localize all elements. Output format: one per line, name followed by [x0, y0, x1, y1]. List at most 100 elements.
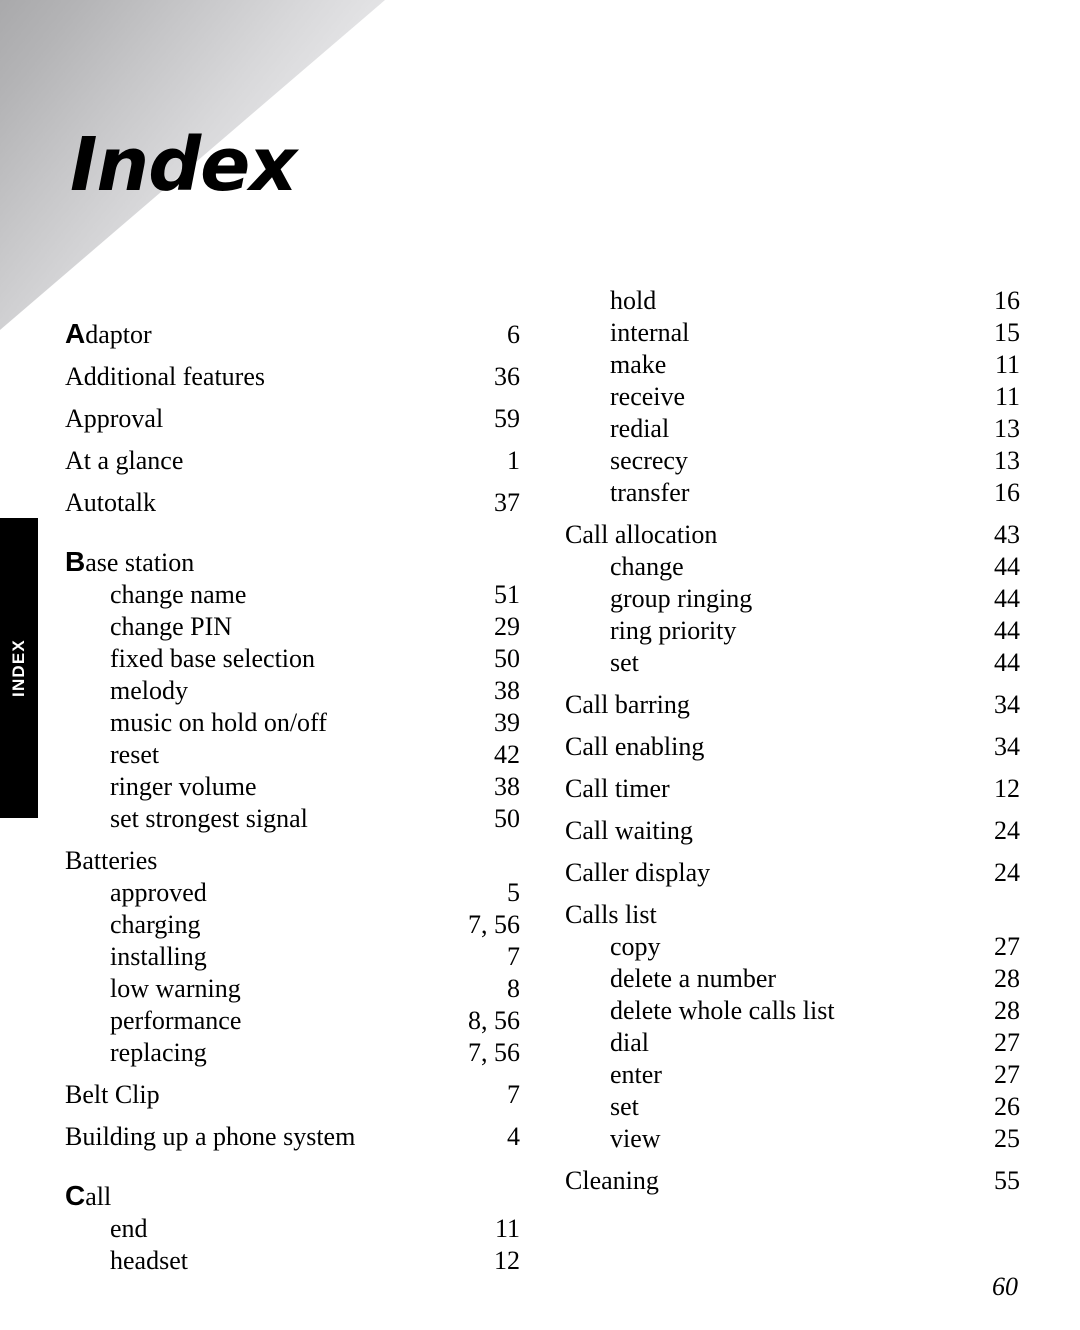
index-entry-page-number: 39 [494, 708, 520, 737]
index-entry-page-number: 24 [994, 816, 1020, 845]
index-entry-label: headset [110, 1246, 188, 1275]
index-entry-page-number: 55 [994, 1166, 1020, 1195]
index-entry-label: Approval [65, 404, 164, 433]
index-entry: Additional features 36 [65, 364, 520, 390]
index-entry: make 11 [565, 352, 1020, 378]
index-entry-page-number: 34 [994, 732, 1020, 761]
index-entry: Building up a phone system 4 [65, 1124, 520, 1150]
index-entry-page-number: 37 [494, 488, 520, 517]
index-entry: Call allocation 43 [565, 522, 1020, 548]
index-entry: Call enabling 34 [565, 734, 1020, 760]
index-entry-text: daptor [85, 320, 152, 349]
index-entry: charging 7, 56 [65, 912, 520, 938]
index-entry-label: fixed base selection [110, 644, 316, 673]
index-entry-label: change name [110, 580, 247, 609]
index-entry-label: enter [610, 1060, 662, 1089]
index-entry-label: replacing [110, 1038, 207, 1067]
index-entry-page-number: 27 [994, 1028, 1020, 1057]
index-entry-page-number: 25 [994, 1124, 1020, 1153]
index-entry-label: change [610, 552, 684, 581]
index-entry-label: view [610, 1124, 661, 1153]
index-entry-label: Call timer [565, 774, 670, 803]
index-entry-label: Belt Clip [65, 1080, 160, 1109]
index-entry: enter 27 [565, 1062, 1020, 1088]
index-entry-page-number: 51 [494, 580, 520, 609]
index-entry-page-number: 7 [507, 942, 520, 971]
index-entry-label: Cleaning [565, 1166, 659, 1195]
index-entry: redial 13 [565, 416, 1020, 442]
index-entry-label: set [610, 648, 639, 677]
index-entry: set strongest signal 50 [65, 806, 520, 832]
index-entry-label: hold [610, 286, 657, 315]
index-entry-page-number: 1 [507, 446, 520, 475]
index-entry-label: delete a number [610, 964, 777, 993]
index-entry-page-number: 26 [994, 1092, 1020, 1121]
index-entry-page-number: 44 [994, 552, 1020, 581]
index-entry-label: approved [110, 878, 207, 907]
index-entry-label: transfer [610, 478, 690, 507]
side-tab-index: INDEX [0, 518, 38, 818]
side-tab-label: INDEX [9, 639, 28, 697]
index-entry-page-number: 16 [994, 478, 1020, 507]
index-column-right: hold 16 internal 15 make 11 receive 11 redial 13 s… [565, 288, 1020, 1194]
index-entry-label: group ringing [610, 584, 753, 613]
index-entry-page-number: 11 [994, 350, 1020, 379]
index-entry: Adaptor 6 [65, 320, 520, 348]
index-entry-label: redial [610, 414, 670, 443]
index-entry: installing 7 [65, 944, 520, 970]
index-group-letter: C [65, 1180, 86, 1211]
index-entry-label: internal [610, 318, 690, 347]
index-entry: approved 5 [65, 880, 520, 906]
index-entry-label: ring priority [610, 616, 737, 645]
index-entry-label: end [110, 1214, 148, 1243]
index-entry-page-number: 13 [994, 446, 1020, 475]
index-entry-page-number: 50 [494, 644, 520, 673]
index-entry-page-number: 13 [994, 414, 1020, 443]
index-entry-page-number: 43 [994, 520, 1020, 549]
index-entry: end 11 [65, 1216, 520, 1242]
index-entry: Call timer 12 [565, 776, 1020, 802]
index-entry: delete a number 28 [565, 966, 1020, 992]
index-entry-page-number: 6 [507, 320, 520, 349]
index-entry-label: Call [65, 1182, 111, 1210]
index-entry-label: music on hold on/off [110, 708, 327, 737]
index-entry: melody 38 [65, 678, 520, 704]
index-entry: music on hold on/off 39 [65, 710, 520, 736]
index-entry-label: receive [610, 382, 686, 411]
index-entry-label: Calls list [565, 900, 657, 929]
index-entry-page-number: 4 [507, 1122, 520, 1151]
index-entry-page-number: 5 [507, 878, 520, 907]
index-entry: Approval 59 [65, 406, 520, 432]
index-entry: Call [65, 1182, 520, 1210]
index-entry-page-number: 7 [507, 1080, 520, 1109]
index-entry-label: performance [110, 1006, 242, 1035]
index-entry-label: Call allocation [565, 520, 718, 549]
index-entry-label: Call barring [565, 690, 690, 719]
index-entry: fixed base selection 50 [65, 646, 520, 672]
index-entry: set 44 [565, 650, 1020, 676]
index-entry: performance 8, 56 [65, 1008, 520, 1034]
index-entry-page-number: 27 [994, 1060, 1020, 1089]
index-entry-label: charging [110, 910, 201, 939]
index-entry: transfer 16 [565, 480, 1020, 506]
index-entry: internal 15 [565, 320, 1020, 346]
index-group-letter: A [65, 318, 86, 349]
index-entry: ring priority 44 [565, 618, 1020, 644]
index-entry-label: Additional features [65, 362, 265, 391]
index-entry: change PIN 29 [65, 614, 520, 640]
index-entry-label: Caller display [565, 858, 711, 887]
index-entry-label: change PIN [110, 612, 233, 641]
index-entry-page-number: 11 [494, 1214, 520, 1243]
index-entry-label: secrecy [610, 446, 688, 475]
index-entry-label: Adaptor [65, 320, 152, 348]
index-entry: Batteries [65, 848, 520, 874]
index-entry-page-number: 8 [507, 974, 520, 1003]
index-entry: hold 16 [565, 288, 1020, 314]
index-entry-page-number: 44 [994, 584, 1020, 613]
index-entry-label: ringer volume [110, 772, 257, 801]
index-entry-label: At a glance [65, 446, 184, 475]
index-entry: headset 12 [65, 1248, 520, 1274]
index-entry-label: installing [110, 942, 207, 971]
page-title: Index [70, 121, 297, 208]
index-column-left: Adaptor 6 Additional features 36 Approval 59 A… [65, 288, 520, 1274]
